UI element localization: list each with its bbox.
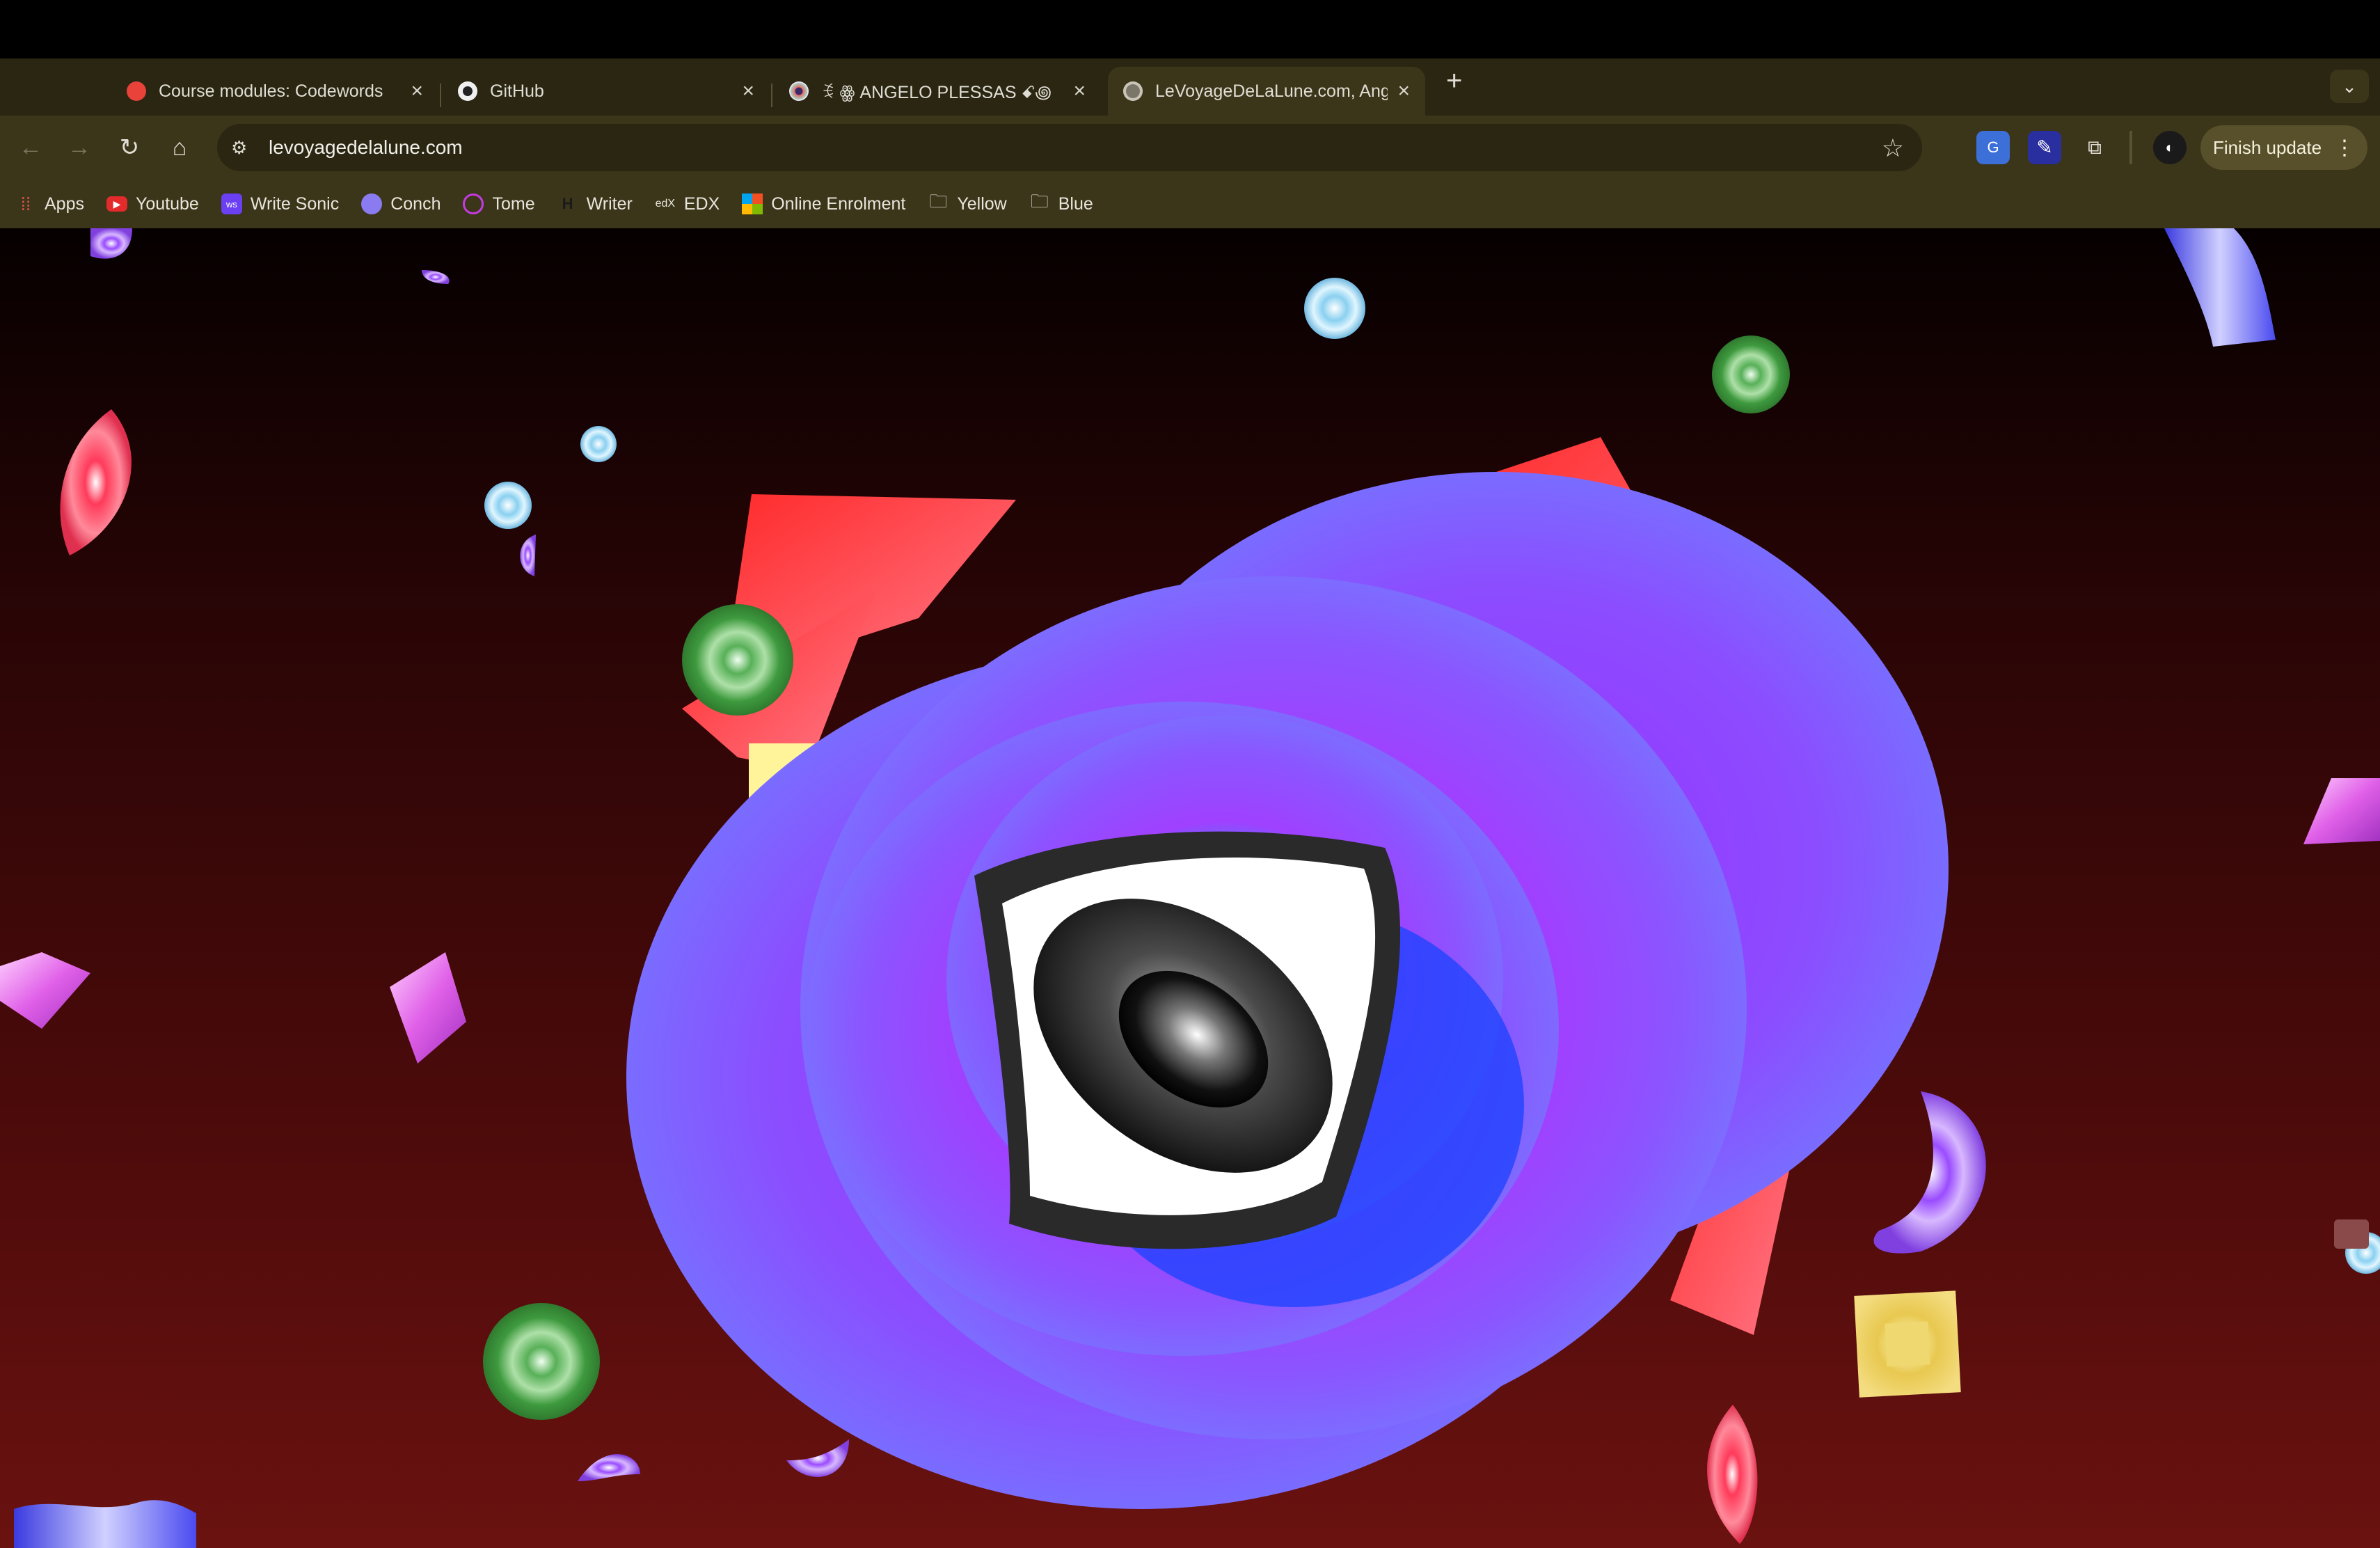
tab-search-dropdown-icon[interactable]: ⌄ <box>2330 70 2369 103</box>
purple-spiral-shape <box>786 1439 849 1477</box>
close-icon[interactable]: × <box>1073 79 1086 103</box>
tab-levoyagedelalune[interactable]: LeVoyageDeLaLune.com, Ang × <box>1108 67 1425 116</box>
reload-icon[interactable]: ↻ <box>111 129 148 166</box>
red-gear-icon <box>127 81 146 101</box>
finish-update-label: Finish update <box>2212 136 2322 158</box>
site-info-icon[interactable]: ⚙ <box>231 137 259 159</box>
pink-gem <box>2303 778 2380 844</box>
tab-course-modules[interactable]: Course modules: Codewords × <box>111 67 438 116</box>
microsoft-icon <box>742 194 763 214</box>
purple-spiral-shape <box>90 228 132 259</box>
bookmark-youtube[interactable]: ▶ Youtube <box>106 194 199 214</box>
close-icon[interactable]: × <box>742 79 754 103</box>
tab-title: GitHub <box>490 81 544 101</box>
green-disc <box>682 604 793 716</box>
close-icon[interactable]: × <box>1397 79 1410 103</box>
home-icon[interactable]: ⌂ <box>161 129 198 166</box>
close-icon[interactable]: × <box>411 79 423 103</box>
tab-title: Course modules: Codewords <box>159 81 383 101</box>
toolbar-divider <box>2129 131 2132 164</box>
bookmark-folder-blue[interactable]: 🗀 Blue <box>1029 191 1093 214</box>
browser-toolbar: ← → ↻ ⌂ ⚙ levoyagedelalune.com ☆ G ✎ ⧉ ◐… <box>0 116 2380 180</box>
tab-title: LeVoyageDeLaLune.com, Ang <box>1155 81 1388 101</box>
extensions-puzzle-icon[interactable]: ⧉ <box>2078 131 2111 164</box>
bookmark-online-enrolment[interactable]: Online Enrolment <box>742 194 905 214</box>
pink-leaf-shape <box>60 409 132 555</box>
bubble-ball <box>580 426 617 462</box>
bubble-ball <box>484 482 532 529</box>
folder-icon: 🗀 <box>929 191 948 212</box>
eye-favicon-icon <box>789 81 809 101</box>
tab-github[interactable]: GitHub × <box>443 67 770 116</box>
back-arrow-icon[interactable]: ← <box>13 129 49 166</box>
webpage-canvas[interactable] <box>0 228 2380 1548</box>
green-target-disc <box>483 1303 600 1420</box>
url-text[interactable]: levoyagedelalune.com <box>269 136 463 159</box>
edx-icon: edX <box>655 198 676 210</box>
bookmark-tome[interactable]: Tome <box>463 194 535 214</box>
address-bar[interactable]: ⚙ levoyagedelalune.com ☆ <box>217 124 1922 171</box>
writer-icon: H <box>557 194 578 214</box>
purple-spiral-shape <box>422 270 450 284</box>
small-dev-widget[interactable] <box>2334 1219 2369 1249</box>
tome-icon <box>463 194 484 214</box>
tab-separator <box>440 84 441 107</box>
tab-title: ꉂ ꙮ ANGELO PLESSAS ꗃ꩜ <box>821 82 1052 102</box>
blue-wave-shape <box>14 1500 196 1548</box>
tab-separator <box>771 84 772 107</box>
globe-icon <box>1123 81 1143 101</box>
pink-gem <box>0 952 90 1029</box>
bookmark-edx[interactable]: edX EDX <box>655 194 720 214</box>
eye-graphic <box>974 831 1401 1249</box>
forward-arrow-icon[interactable]: → <box>61 129 97 166</box>
bubble-ball <box>1304 278 1365 339</box>
profile-avatar[interactable]: ◐ <box>2153 131 2187 164</box>
writing-extension-icon[interactable]: ✎ <box>2028 131 2061 164</box>
blue-wave-shape <box>2164 228 2276 347</box>
purple-spiral-shape <box>520 535 536 576</box>
conch-icon <box>361 194 383 214</box>
purple-spiral-shape <box>1873 1091 1986 1254</box>
bookmark-apps[interactable]: ⁞⁞ Apps <box>15 194 84 214</box>
yellow-square-inner <box>1885 1321 1930 1367</box>
pink-gem <box>390 952 466 1064</box>
youtube-icon: ▶ <box>106 196 127 212</box>
bookmark-writer[interactable]: H Writer <box>557 194 633 214</box>
apps-grid-icon: ⁞⁞ <box>20 193 31 214</box>
finish-update-button[interactable]: Finish update ⋮ <box>2200 125 2367 170</box>
artwork-scene <box>0 228 2380 1548</box>
new-tab-button[interactable]: + <box>1446 67 1462 95</box>
translate-extension-icon[interactable]: G <box>1976 131 2010 164</box>
tab-angelo-plessas[interactable]: ꉂ ꙮ ANGELO PLESSAS ꗃ꩜ × <box>774 67 1101 116</box>
pink-leaf-shape <box>1706 1405 1758 1544</box>
bookmarks-bar: ⁞⁞ Apps ▶ Youtube ws Write Sonic Conch T… <box>0 180 2380 228</box>
tab-bar: Course modules: Codewords × GitHub × ꉂ ꙮ… <box>0 58 2380 116</box>
github-icon <box>458 81 477 101</box>
bookmark-star-icon[interactable]: ☆ <box>1882 134 1904 163</box>
bookmark-folder-yellow[interactable]: 🗀 Yellow <box>928 191 1006 214</box>
folder-icon: 🗀 <box>1030 191 1049 212</box>
writesonic-icon: ws <box>221 194 242 214</box>
green-disc <box>1712 335 1790 413</box>
more-menu-icon[interactable]: ⋮ <box>2334 136 2355 160</box>
purple-spiral-shape <box>578 1454 640 1481</box>
bookmark-write-sonic[interactable]: ws Write Sonic <box>221 194 339 214</box>
bookmark-conch[interactable]: Conch <box>361 194 441 214</box>
window-top-strip <box>0 0 2380 58</box>
